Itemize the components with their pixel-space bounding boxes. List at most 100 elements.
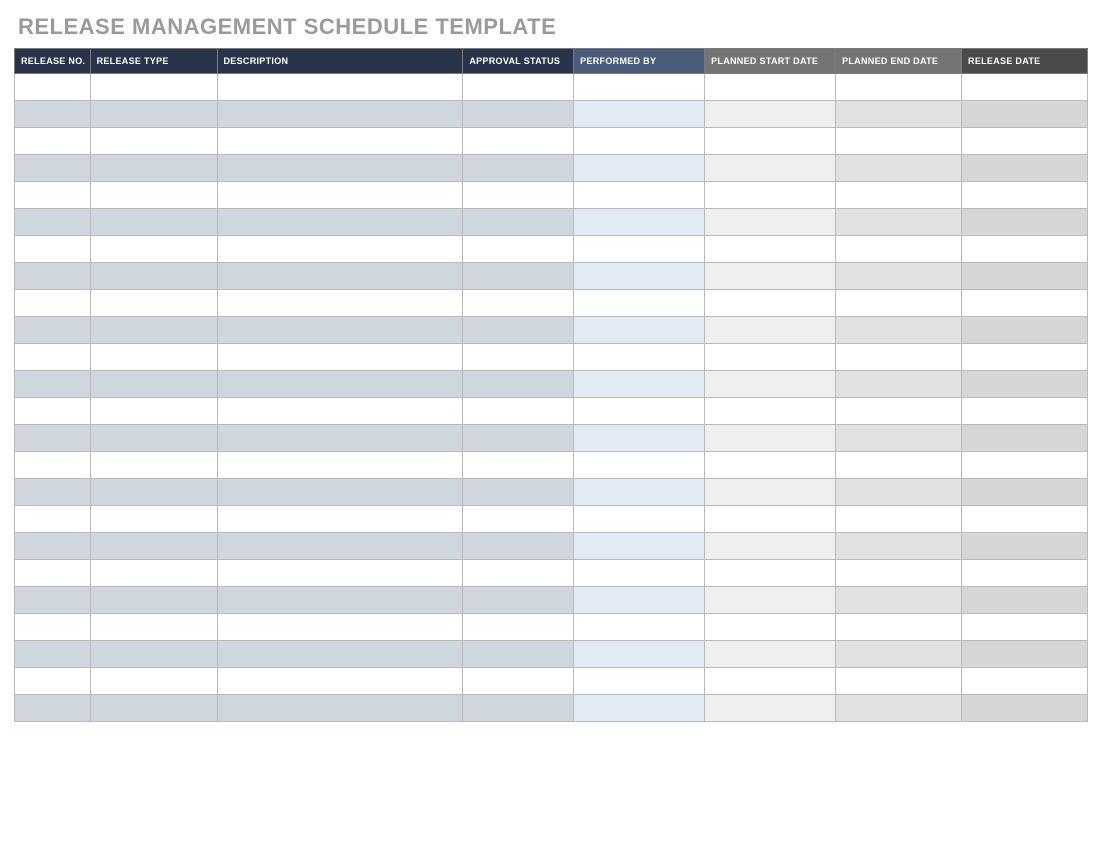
cell-description[interactable] bbox=[217, 506, 463, 533]
cell-release_date[interactable] bbox=[962, 236, 1088, 263]
cell-release_type[interactable] bbox=[90, 641, 217, 668]
cell-approval_status[interactable] bbox=[463, 398, 574, 425]
cell-release_no[interactable] bbox=[15, 587, 91, 614]
cell-description[interactable] bbox=[217, 398, 463, 425]
cell-description[interactable] bbox=[217, 695, 463, 722]
cell-planned_end_date[interactable] bbox=[836, 398, 962, 425]
cell-planned_start_date[interactable] bbox=[705, 614, 836, 641]
cell-release_no[interactable] bbox=[15, 506, 91, 533]
cell-release_type[interactable] bbox=[90, 128, 217, 155]
cell-release_no[interactable] bbox=[15, 101, 91, 128]
cell-description[interactable] bbox=[217, 560, 463, 587]
cell-release_no[interactable] bbox=[15, 344, 91, 371]
cell-description[interactable] bbox=[217, 371, 463, 398]
cell-release_no[interactable] bbox=[15, 236, 91, 263]
cell-performed_by[interactable] bbox=[574, 263, 705, 290]
cell-release_type[interactable] bbox=[90, 101, 217, 128]
cell-release_date[interactable] bbox=[962, 479, 1088, 506]
cell-performed_by[interactable] bbox=[574, 479, 705, 506]
cell-approval_status[interactable] bbox=[463, 479, 574, 506]
cell-approval_status[interactable] bbox=[463, 506, 574, 533]
cell-description[interactable] bbox=[217, 425, 463, 452]
cell-planned_start_date[interactable] bbox=[705, 695, 836, 722]
cell-planned_start_date[interactable] bbox=[705, 344, 836, 371]
cell-release_no[interactable] bbox=[15, 425, 91, 452]
cell-approval_status[interactable] bbox=[463, 452, 574, 479]
cell-performed_by[interactable] bbox=[574, 74, 705, 101]
cell-performed_by[interactable] bbox=[574, 614, 705, 641]
cell-description[interactable] bbox=[217, 236, 463, 263]
cell-performed_by[interactable] bbox=[574, 155, 705, 182]
cell-release_type[interactable] bbox=[90, 74, 217, 101]
cell-release_type[interactable] bbox=[90, 155, 217, 182]
cell-release_date[interactable] bbox=[962, 398, 1088, 425]
cell-approval_status[interactable] bbox=[463, 587, 574, 614]
cell-approval_status[interactable] bbox=[463, 182, 574, 209]
cell-planned_end_date[interactable] bbox=[836, 128, 962, 155]
cell-planned_end_date[interactable] bbox=[836, 209, 962, 236]
cell-planned_end_date[interactable] bbox=[836, 641, 962, 668]
cell-approval_status[interactable] bbox=[463, 668, 574, 695]
cell-release_date[interactable] bbox=[962, 533, 1088, 560]
cell-approval_status[interactable] bbox=[463, 128, 574, 155]
cell-release_date[interactable] bbox=[962, 128, 1088, 155]
cell-approval_status[interactable] bbox=[463, 155, 574, 182]
cell-approval_status[interactable] bbox=[463, 695, 574, 722]
cell-release_type[interactable] bbox=[90, 425, 217, 452]
cell-release_type[interactable] bbox=[90, 506, 217, 533]
cell-release_type[interactable] bbox=[90, 452, 217, 479]
cell-planned_start_date[interactable] bbox=[705, 398, 836, 425]
cell-planned_start_date[interactable] bbox=[705, 263, 836, 290]
cell-planned_end_date[interactable] bbox=[836, 290, 962, 317]
cell-approval_status[interactable] bbox=[463, 317, 574, 344]
cell-approval_status[interactable] bbox=[463, 614, 574, 641]
cell-performed_by[interactable] bbox=[574, 587, 705, 614]
cell-release_type[interactable] bbox=[90, 236, 217, 263]
cell-performed_by[interactable] bbox=[574, 560, 705, 587]
cell-release_date[interactable] bbox=[962, 182, 1088, 209]
cell-performed_by[interactable] bbox=[574, 101, 705, 128]
cell-approval_status[interactable] bbox=[463, 371, 574, 398]
cell-release_type[interactable] bbox=[90, 614, 217, 641]
cell-performed_by[interactable] bbox=[574, 641, 705, 668]
cell-planned_end_date[interactable] bbox=[836, 182, 962, 209]
cell-planned_start_date[interactable] bbox=[705, 236, 836, 263]
cell-planned_start_date[interactable] bbox=[705, 560, 836, 587]
cell-description[interactable] bbox=[217, 668, 463, 695]
cell-release_no[interactable] bbox=[15, 560, 91, 587]
cell-release_no[interactable] bbox=[15, 695, 91, 722]
cell-planned_end_date[interactable] bbox=[836, 155, 962, 182]
cell-planned_end_date[interactable] bbox=[836, 668, 962, 695]
cell-planned_start_date[interactable] bbox=[705, 74, 836, 101]
cell-performed_by[interactable] bbox=[574, 506, 705, 533]
cell-release_date[interactable] bbox=[962, 587, 1088, 614]
cell-release_type[interactable] bbox=[90, 371, 217, 398]
cell-approval_status[interactable] bbox=[463, 236, 574, 263]
cell-release_no[interactable] bbox=[15, 398, 91, 425]
cell-performed_by[interactable] bbox=[574, 371, 705, 398]
cell-performed_by[interactable] bbox=[574, 128, 705, 155]
cell-planned_end_date[interactable] bbox=[836, 371, 962, 398]
cell-planned_end_date[interactable] bbox=[836, 236, 962, 263]
cell-description[interactable] bbox=[217, 128, 463, 155]
cell-description[interactable] bbox=[217, 533, 463, 560]
cell-release_type[interactable] bbox=[90, 290, 217, 317]
cell-release_type[interactable] bbox=[90, 560, 217, 587]
cell-planned_start_date[interactable] bbox=[705, 101, 836, 128]
cell-planned_end_date[interactable] bbox=[836, 506, 962, 533]
cell-planned_end_date[interactable] bbox=[836, 452, 962, 479]
cell-planned_start_date[interactable] bbox=[705, 317, 836, 344]
cell-release_no[interactable] bbox=[15, 209, 91, 236]
cell-planned_start_date[interactable] bbox=[705, 587, 836, 614]
cell-release_date[interactable] bbox=[962, 344, 1088, 371]
cell-release_date[interactable] bbox=[962, 74, 1088, 101]
cell-release_type[interactable] bbox=[90, 263, 217, 290]
cell-release_type[interactable] bbox=[90, 398, 217, 425]
cell-release_type[interactable] bbox=[90, 344, 217, 371]
cell-planned_end_date[interactable] bbox=[836, 614, 962, 641]
cell-release_type[interactable] bbox=[90, 695, 217, 722]
cell-release_date[interactable] bbox=[962, 371, 1088, 398]
cell-performed_by[interactable] bbox=[574, 209, 705, 236]
cell-planned_end_date[interactable] bbox=[836, 695, 962, 722]
cell-description[interactable] bbox=[217, 344, 463, 371]
